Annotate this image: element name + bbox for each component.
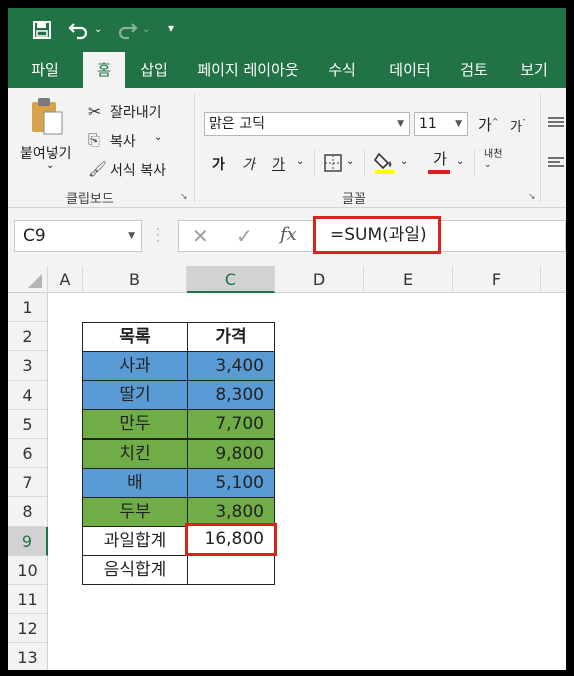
header-cell-item[interactable]: 목록 [82,322,188,352]
column-header-d[interactable]: D [275,266,364,293]
row-header-10[interactable]: 10 [8,555,48,585]
table-row-price[interactable]: 9,800 [187,438,275,469]
row-header-11[interactable]: 11 [8,585,48,615]
paste-dropdown-icon[interactable]: ⌄ [46,160,54,171]
table-row-price[interactable]: 3,400 [187,351,275,381]
table-row-item[interactable]: 치킨 [82,438,188,469]
format-painter-button[interactable]: 서식 복사 [110,160,166,180]
row-header-4[interactable]: 4 [8,380,48,410]
font-group-label: 글꼴 [342,192,366,207]
tab-file[interactable]: 파일 [16,52,74,88]
fill-color-dropdown-icon[interactable]: ⌄ [400,156,408,167]
formula-text[interactable]: =SUM(과일) [313,216,441,254]
row-header-2[interactable]: 2 [8,322,48,352]
paste-icon[interactable] [30,96,64,140]
column-header-f[interactable]: F [453,266,541,293]
name-box[interactable]: C9 ▼ [14,220,142,252]
row-header-7[interactable]: 7 [8,468,48,498]
column-header-c[interactable]: C [187,266,275,293]
redo-icon[interactable] [116,20,138,44]
table-row-item[interactable]: 두부 [82,497,188,527]
table-row-item[interactable]: 만두 [82,409,188,440]
row-header-5[interactable]: 5 [8,409,48,439]
underline-dropdown-icon[interactable]: ⌄ [296,156,304,167]
row-header-3[interactable]: 3 [8,351,48,381]
tab-review[interactable]: 검토 [452,52,496,88]
table-row-item[interactable]: 배 [82,467,188,498]
table-row-price[interactable]: 7,700 [187,409,275,440]
title-bar: ⌄ ⌄ ▾ [8,8,566,52]
redo-dropdown-icon[interactable]: ⌄ [142,20,150,40]
copy-dropdown-icon[interactable]: ⌄ [154,132,162,143]
column-header-b[interactable]: B [83,266,187,293]
shrink-font-button[interactable]: 가ˇ [510,116,526,135]
font-size-select[interactable]: 11 ▼ [414,112,468,136]
ribbon-tabs: 파일 홈 삽입 페이지 레이아웃 수식 데이터 검토 보기 [8,52,566,88]
food-total-label[interactable]: 음식합계 [82,555,188,585]
food-total-value[interactable] [187,555,275,585]
tab-formulas[interactable]: 수식 [320,52,364,88]
bold-button[interactable]: 가 [212,154,225,174]
borders-icon[interactable] [324,154,342,176]
row-header-1[interactable]: 1 [8,293,48,323]
select-all-corner[interactable] [8,266,48,293]
underline-button[interactable]: 가 [272,154,285,174]
customize-quick-access-icon[interactable]: ▾ [168,18,174,38]
format-painter-icon[interactable]: 🖌 [88,160,107,178]
excel-window: ⌄ ⌄ ▾ 파일 홈 삽입 페이지 레이아웃 수식 데이터 검토 보기 붙여넣기… [8,8,566,670]
fruit-total-label[interactable]: 과일합계 [82,526,188,556]
fill-color-icon[interactable] [373,150,396,178]
phonetic-guide-button[interactable]: 내천 ⌄ [484,150,502,171]
chevron-down-icon[interactable]: ▼ [128,221,135,251]
enter-icon[interactable]: ✓ [236,224,253,248]
tab-insert[interactable]: 삽입 [132,52,176,88]
font-color-dropdown-icon[interactable]: ⌄ [456,156,464,167]
row-header-13[interactable]: 13 [8,643,48,670]
table-row-item[interactable]: 딸기 [82,380,188,411]
table-row-price[interactable]: 5,100 [187,467,275,498]
row-header-12[interactable]: 12 [8,614,48,644]
font-color-button[interactable]: 가 [428,148,452,174]
italic-button[interactable]: 가 [242,154,255,174]
undo-icon[interactable] [68,20,90,44]
row-header-6[interactable]: 6 [8,439,48,469]
header-cell-price[interactable]: 가격 [187,322,275,352]
ribbon-home: 붙여넣기 ⌄ ✂ 잘라내기 ⎘ 복사 ⌄ 🖌 서식 복사 클립보드 ↘ 맑은 고… [8,88,566,208]
cut-button[interactable]: 잘라내기 [110,102,162,122]
tab-home[interactable]: 홈 [83,52,125,88]
chevron-down-icon: ▼ [397,119,404,129]
tab-view[interactable]: 보기 [508,52,560,88]
font-dialog-launcher-icon[interactable]: ↘ [528,192,536,202]
tab-data[interactable]: 데이터 [380,52,440,88]
clipboard-group-label: 클립보드 [66,192,114,207]
table-row-item[interactable]: 사과 [82,351,188,381]
tab-page-layout[interactable]: 페이지 레이아웃 [186,52,310,88]
insert-function-icon[interactable]: fx [280,224,297,245]
selected-cell-c9[interactable]: 16,800 [185,523,277,556]
borders-dropdown-icon[interactable]: ⌄ [346,156,354,167]
grow-font-button[interactable]: 가^ [478,114,499,135]
table-row-price[interactable]: 8,300 [187,380,275,411]
alignment-icon[interactable] [548,114,564,198]
chevron-down-icon: ▼ [455,119,462,129]
undo-dropdown-icon[interactable]: ⌄ [94,20,102,40]
column-headers: A B C D E F [8,266,566,293]
copy-icon[interactable]: ⎘ [88,131,100,149]
save-icon[interactable] [32,20,52,44]
column-header-e[interactable]: E [364,266,453,293]
formula-bar: C9 ▼ · · · ✕ ✓ fx =SUM(과일) [8,208,566,266]
row-header-8[interactable]: 8 [8,497,48,527]
column-header-a[interactable]: A [48,266,83,293]
cut-icon[interactable]: ✂ [88,102,101,121]
copy-button[interactable]: 복사 [110,131,136,151]
clipboard-dialog-launcher-icon[interactable]: ↘ [180,192,188,202]
cancel-icon[interactable]: ✕ [192,224,209,248]
font-name-select[interactable]: 맑은 고딕 ▼ [204,112,410,136]
row-header-9[interactable]: 9 [8,526,48,556]
more-options-icon[interactable]: · · · [156,223,160,247]
